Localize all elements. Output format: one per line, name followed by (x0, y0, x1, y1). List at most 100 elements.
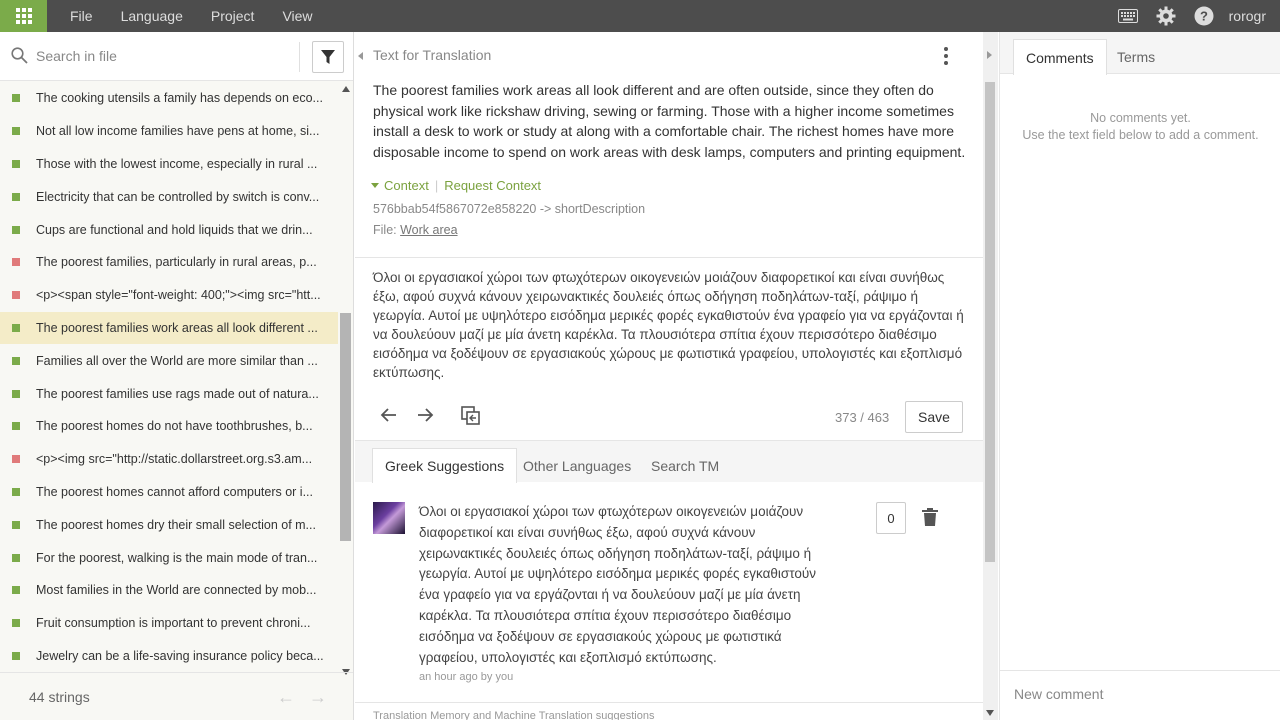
previous-page-icon[interactable]: ← (277, 687, 295, 708)
help-icon[interactable]: ? (1185, 0, 1223, 32)
divider (355, 257, 983, 258)
string-list-item[interactable]: Jewelry can be a life-saving insurance p… (0, 640, 338, 673)
apps-menu-button[interactable] (0, 0, 47, 32)
status-indicator (12, 520, 20, 529)
menu-file[interactable]: File (56, 0, 107, 32)
next-string-icon[interactable] (416, 406, 434, 427)
main-menu: File Language Project View (56, 0, 327, 32)
string-list-item[interactable]: The cooking utensils a family has depend… (0, 82, 338, 115)
string-list-item-text: The poorest homes cannot afford computer… (36, 484, 313, 499)
character-count: 373 / 463 (835, 410, 890, 425)
caret-down-icon[interactable] (371, 183, 379, 188)
string-list-item[interactable]: <p><img src="http://static.dollarstreet.… (0, 443, 338, 476)
empty-comments-message: No comments yet. Use the text field belo… (1000, 110, 1280, 144)
filter-icon (321, 50, 335, 64)
scroll-down-arrow-icon[interactable] (986, 710, 994, 716)
svg-text:?: ? (1200, 9, 1208, 24)
gear-icon[interactable] (1147, 0, 1185, 32)
trash-icon[interactable] (922, 508, 938, 529)
string-list-panel: The cooking utensils a family has depend… (0, 32, 354, 720)
translation-textarea[interactable]: Όλοι οι εργασιακοί χώροι των φτωχότερων … (373, 269, 968, 382)
status-indicator (12, 291, 20, 300)
more-options-icon[interactable] (944, 47, 948, 65)
string-list-item[interactable]: Those with the lowest income, especially… (0, 148, 338, 181)
tab-terms[interactable]: Terms (1105, 39, 1167, 75)
collapse-right-arrow-icon[interactable] (987, 51, 992, 59)
menu-language[interactable]: Language (107, 0, 197, 32)
editor-panel: Text for Translation The poorest familie… (355, 32, 983, 720)
search-input[interactable] (36, 46, 286, 66)
vote-count[interactable]: 0 (876, 502, 906, 534)
string-list-item[interactable]: The poorest families, particularly in ru… (0, 246, 338, 279)
string-list-item-text: Electricity that can be controlled by sw… (36, 189, 320, 204)
context-key: 576bbab54f5867072e858220 -> shortDescrip… (373, 202, 646, 216)
apps-grid-icon (15, 8, 32, 24)
tab-comments[interactable]: Comments (1013, 39, 1107, 75)
tab-greek-suggestions[interactable]: Greek Suggestions (372, 448, 518, 483)
menu-view[interactable]: View (268, 0, 326, 32)
status-indicator (12, 455, 20, 464)
string-list-item-text: Jewelry can be a life-saving insurance p… (36, 648, 324, 663)
search-icon (11, 47, 28, 67)
scroll-thumb[interactable] (340, 313, 351, 541)
status-indicator (12, 651, 20, 660)
save-button[interactable]: Save (905, 401, 963, 433)
string-count: 44 strings (29, 688, 90, 705)
keyboard-icon[interactable] (1109, 0, 1147, 32)
comments-panel: Comments Terms No comments yet. Use the … (999, 32, 1280, 720)
string-list-item[interactable]: <p><span style="font-weight: 400;"><img … (0, 279, 338, 312)
filter-button[interactable] (312, 41, 344, 73)
string-list-item[interactable]: The poorest homes do not have toothbrush… (0, 410, 338, 443)
string-list-item[interactable]: Electricity that can be controlled by sw… (0, 180, 338, 213)
file-label: File: (373, 223, 397, 237)
string-list-item[interactable]: The poorest homes dry their small select… (0, 508, 338, 541)
string-list-item[interactable]: Not all low income families have pens at… (0, 115, 338, 148)
string-list-item[interactable]: For the poorest, walking is the main mod… (0, 541, 338, 574)
status-indicator (12, 356, 20, 365)
menu-project[interactable]: Project (197, 0, 269, 32)
scroll-up-arrow-icon[interactable] (342, 86, 350, 92)
string-list-item-text: The poorest homes do not have toothbrush… (36, 419, 313, 434)
editor-scrollbar[interactable] (983, 32, 998, 720)
previous-string-icon[interactable] (380, 406, 398, 427)
string-list-item[interactable]: Cups are functional and hold liquids tha… (0, 213, 338, 246)
tab-other-languages[interactable]: Other Languages (511, 448, 643, 483)
string-list-item-text: Those with the lowest income, especially… (36, 156, 318, 171)
copy-source-icon[interactable] (461, 406, 481, 429)
string-list-item-text: Fruit consumption is important to preven… (36, 616, 311, 631)
string-list-item[interactable]: Most families in the World are connected… (0, 574, 338, 607)
comments-tabs: Comments Terms (1000, 32, 1280, 75)
status-indicator (12, 192, 20, 201)
status-indicator (12, 487, 20, 496)
new-comment-input[interactable] (1014, 686, 1264, 702)
string-list-item-text: <p><span style="font-weight: 400;"><img … (36, 288, 321, 303)
context-toggle[interactable]: Context (384, 178, 429, 193)
string-list-item[interactable]: Families all over the World are more sim… (0, 344, 338, 377)
string-list-item-text: Cups are functional and hold liquids tha… (36, 222, 313, 237)
string-list-item[interactable]: The poorest families work areas all look… (0, 311, 338, 345)
context-row: Context | Request Context (371, 178, 541, 193)
string-list-scrollbar[interactable] (339, 82, 353, 675)
status-indicator (12, 94, 20, 103)
username[interactable]: rorogr (1223, 0, 1280, 32)
suggestion-text[interactable]: Όλοι οι εργασιακοί χώροι των φτωχότερων … (419, 502, 839, 668)
string-list-item-text: The cooking utensils a family has depend… (36, 91, 323, 106)
string-list-item[interactable]: Fruit consumption is important to preven… (0, 607, 338, 640)
string-list-item-text: The poorest families, particularly in ru… (36, 255, 317, 270)
empty-comments-line2: Use the text field below to add a commen… (1022, 128, 1259, 142)
collapse-left-arrow-icon (358, 52, 363, 60)
string-list-item-text: The poorest families use rags made out o… (36, 386, 319, 401)
status-indicator (12, 389, 20, 398)
string-list-item-text: Not all low income families have pens at… (36, 124, 320, 139)
suggestion-meta: an hour ago by you (419, 671, 514, 683)
request-context-link[interactable]: Request Context (444, 178, 541, 193)
string-list-item-text: The poorest families work areas all look… (36, 320, 318, 335)
file-link[interactable]: Work area (400, 223, 457, 237)
string-list-item[interactable]: The poorest families use rags made out o… (0, 377, 338, 410)
editor-scroll-thumb[interactable] (985, 82, 995, 562)
next-page-icon[interactable]: → (309, 687, 327, 708)
string-list-item-text: Families all over the World are more sim… (36, 353, 318, 368)
string-list-item[interactable]: The poorest homes cannot afford computer… (0, 476, 338, 509)
suggestion-item[interactable]: Όλοι οι εργασιακοί χώροι των φτωχότερων … (355, 482, 983, 702)
tab-search-tm[interactable]: Search TM (639, 448, 731, 483)
